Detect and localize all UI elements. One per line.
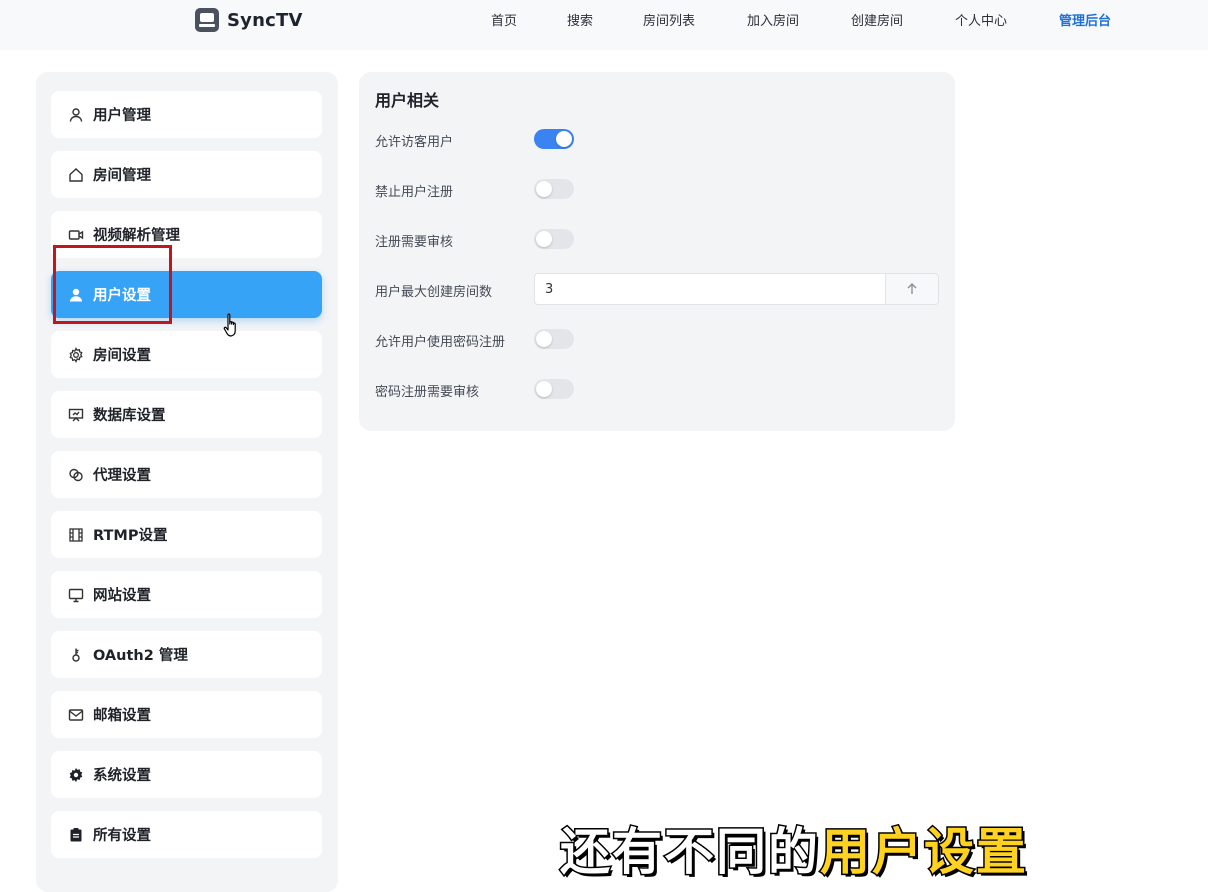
sidebar-item-database-settings[interactable]: 数据库设置 [51, 391, 322, 438]
sidebar-item-label: 房间管理 [93, 168, 151, 184]
mail-icon [67, 706, 85, 724]
tv-logo-icon [195, 8, 219, 32]
highlight-box [53, 245, 172, 324]
nav-create-room[interactable]: 创建房间 [851, 10, 903, 29]
sidebar-item-rtmp-settings[interactable]: RTMP设置 [51, 511, 322, 558]
password-register-toggle[interactable] [534, 329, 574, 349]
panel-title: 用户相关 [375, 91, 440, 110]
max-rooms-input[interactable] [534, 273, 885, 305]
sidebar-item-label: 用户管理 [93, 108, 151, 124]
gear-icon [67, 346, 85, 364]
caption-part2: 用户设置 [819, 822, 1028, 883]
register-review-toggle[interactable] [534, 229, 574, 249]
user-settings-panel: 用户相关 允许访客用户 禁止用户注册 注册需要审核 用户最大创建房间数 允许用户… [359, 72, 955, 431]
video-caption: 还有不同的用户设置 [559, 812, 1028, 884]
sidebar-item-label: 视频解析管理 [93, 228, 180, 244]
disable-register-toggle[interactable] [534, 179, 574, 199]
password-review-toggle[interactable] [534, 379, 574, 399]
sidebar-item-label: 数据库设置 [93, 408, 166, 424]
password-review-label: 密码注册需要审核 [375, 385, 480, 400]
arrow-up-icon [907, 283, 917, 294]
cog-filled-icon [67, 766, 85, 784]
sidebar-item-label: 房间设置 [93, 348, 151, 364]
sidebar-item-label: 代理设置 [93, 468, 151, 484]
nav-search[interactable]: 搜索 [567, 10, 593, 29]
nav-join-room[interactable]: 加入房间 [747, 10, 799, 29]
nav-room-list[interactable]: 房间列表 [643, 10, 695, 29]
password-register-label: 允许用户使用密码注册 [375, 335, 506, 350]
sidebar-item-all-settings[interactable]: 所有设置 [51, 811, 322, 858]
sidebar-item-label: 网站设置 [93, 588, 151, 604]
clipboard-icon [67, 826, 85, 844]
register-review-label: 注册需要审核 [375, 235, 454, 250]
brand[interactable]: SyncTV [195, 8, 303, 32]
video-icon [67, 226, 85, 244]
nav-admin[interactable]: 管理后台 [1059, 10, 1111, 29]
sidebar-item-label: 系统设置 [93, 768, 151, 784]
sidebar-item-system-settings[interactable]: 系统设置 [51, 751, 322, 798]
sidebar-item-mail-settings[interactable]: 邮箱设置 [51, 691, 322, 738]
sidebar-item-room-management[interactable]: 房间管理 [51, 151, 322, 198]
allow-guest-label: 允许访客用户 [375, 135, 454, 150]
top-navbar: SyncTV 首页 搜索 房间列表 加入房间 创建房间 个人中心 管理后台 [0, 0, 1208, 50]
sidebar-item-room-settings[interactable]: 房间设置 [51, 331, 322, 378]
film-icon [67, 526, 85, 544]
sidebar-item-label: 所有设置 [93, 828, 151, 844]
admin-sidebar: 用户管理 房间管理 视频解析管理 用户设置 房间设置 数据库设置 代理设置 RT… [36, 72, 338, 892]
user-icon [67, 106, 85, 124]
key-icon [67, 646, 85, 664]
sidebar-item-label: 邮箱设置 [93, 708, 151, 724]
sidebar-item-user-management[interactable]: 用户管理 [51, 91, 322, 138]
brand-name: SyncTV [227, 9, 303, 31]
sidebar-item-site-settings[interactable]: 网站设置 [51, 571, 322, 618]
sidebar-item-label: RTMP设置 [93, 528, 168, 544]
sidebar-item-oauth2[interactable]: OAuth2 管理 [51, 631, 322, 678]
max-rooms-increment-button[interactable] [885, 273, 939, 305]
sidebar-item-proxy-settings[interactable]: 代理设置 [51, 451, 322, 498]
caption-part1: 还有不同的 [559, 822, 820, 883]
link-icon [67, 466, 85, 484]
hand-cursor-icon [222, 312, 244, 342]
sidebar-item-label: OAuth2 管理 [93, 648, 188, 664]
monitor-icon [67, 586, 85, 604]
disable-register-label: 禁止用户注册 [375, 185, 454, 200]
nav-profile[interactable]: 个人中心 [955, 10, 1007, 29]
presentation-icon [67, 406, 85, 424]
max-rooms-label: 用户最大创建房间数 [375, 285, 493, 300]
allow-guest-toggle[interactable] [534, 129, 574, 149]
nav-home[interactable]: 首页 [491, 10, 517, 29]
home-icon [67, 166, 85, 184]
